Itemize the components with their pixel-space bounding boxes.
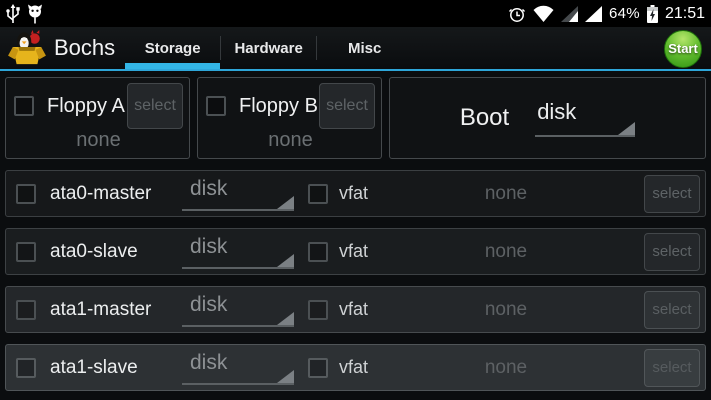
tab-hardware[interactable]: Hardware [221,27,316,69]
ata0-master-vfat-checkbox[interactable] [308,184,328,204]
floppy-b-panel: Floppy B select none [197,77,382,159]
ata1-slave-vfat-checkbox[interactable] [308,358,328,378]
tab-hardware-label: Hardware [234,40,302,57]
dropdown-caret-icon [618,122,635,135]
boot-label: Boot [460,104,509,132]
boot-device-spinner[interactable]: disk [535,99,635,137]
floppy-b-controls: Floppy B select [206,83,375,129]
floppy-a-controls: Floppy A select [14,83,183,129]
ata0-slave-value: none [368,241,644,263]
ata0-slave-select-button[interactable]: select [644,233,700,271]
tab-misc[interactable]: Misc [317,27,412,69]
action-bar: Bochs Storage Hardware Misc Start [0,27,711,71]
ata0-master-type-value: disk [190,177,227,200]
ata0-master-row: ata0-master disk vfat none select [5,170,706,217]
ata1-master-label: ata1-master [50,299,182,321]
ata1-master-row: ata1-master disk vfat none select [5,286,706,333]
boot-device-value: disk [537,99,576,124]
clock-label: 21:51 [665,5,705,23]
boot-panel: Boot disk [389,77,706,159]
ata1-master-select-button[interactable]: select [644,291,700,329]
dropdown-caret-icon [277,370,294,383]
dropdown-caret-icon [277,196,294,209]
floppy-b-value: none [206,129,375,156]
floppy-a-checkbox[interactable] [14,96,34,116]
ata1-master-type-value: disk [190,293,227,316]
ata1-slave-type-spinner[interactable]: disk [182,351,294,385]
floppy-a-value: none [14,129,183,156]
wifi-icon [533,5,554,22]
ata1-slave-vfat-label: vfat [339,357,368,378]
status-bar: 64% 21:51 [0,0,711,27]
ata1-slave-value: none [368,357,644,379]
ata1-slave-type-value: disk [190,351,227,374]
ata1-slave-select-button[interactable]: select [644,349,700,387]
tab-bar: Storage Hardware Misc [125,27,412,69]
floppy-a-select-button[interactable]: select [127,83,183,129]
app-identity: Bochs [0,27,125,69]
ata0-master-type-spinner[interactable]: disk [182,177,294,211]
ata1-slave-checkbox[interactable] [16,358,36,378]
cell-signal-sim2-icon [585,6,602,22]
ata1-slave-label: ata1-slave [50,357,182,379]
ata0-master-checkbox[interactable] [16,184,36,204]
status-bar-right: 64% 21:51 [508,5,705,23]
battery-charging-icon [647,5,658,23]
ata1-master-value: none [368,299,644,321]
ata0-slave-checkbox[interactable] [16,242,36,262]
dropdown-caret-icon [277,312,294,325]
bochs-app-screen: 64% 21:51 [0,0,711,400]
ata0-slave-row: ata0-slave disk vfat none select [5,228,706,275]
tab-misc-label: Misc [348,40,381,57]
ata0-slave-label: ata0-slave [50,241,182,263]
floppy-a-panel: Floppy A select none [5,77,190,159]
storage-tab-content: Floppy A select none Floppy B select non… [0,71,711,391]
ata0-master-label: ata0-master [50,183,182,205]
bochs-logo-icon [8,30,46,66]
cell-signal-sim1-icon [561,6,578,22]
floppy-b-checkbox[interactable] [206,96,226,116]
ata1-master-vfat-label: vfat [339,299,368,320]
ata0-slave-vfat-checkbox[interactable] [308,242,328,262]
alarm-icon [508,5,526,23]
ata1-slave-row: ata1-slave disk vfat none select [5,344,706,391]
ata0-master-value: none [368,183,644,205]
floppy-boot-row: Floppy A select none Floppy B select non… [5,77,706,159]
adb-debug-icon [27,4,43,24]
tab-storage-label: Storage [145,40,201,57]
floppy-b-select-button[interactable]: select [319,83,375,129]
ata1-master-type-spinner[interactable]: disk [182,293,294,327]
dropdown-caret-icon [277,254,294,267]
ata0-master-select-button[interactable]: select [644,175,700,213]
ata0-slave-type-value: disk [190,235,227,258]
ata0-slave-type-spinner[interactable]: disk [182,235,294,269]
ata1-master-checkbox[interactable] [16,300,36,320]
tab-storage[interactable]: Storage [125,27,220,69]
battery-percent-label: 64% [609,5,640,22]
usb-icon [6,4,20,24]
floppy-b-label: Floppy B [239,95,318,118]
status-bar-left [6,4,43,24]
ata0-slave-vfat-label: vfat [339,241,368,262]
app-title: Bochs [54,35,115,61]
floppy-a-label: Floppy A [47,95,125,118]
start-button[interactable]: Start [664,30,702,68]
ata0-master-vfat-label: vfat [339,183,368,204]
ata1-master-vfat-checkbox[interactable] [308,300,328,320]
